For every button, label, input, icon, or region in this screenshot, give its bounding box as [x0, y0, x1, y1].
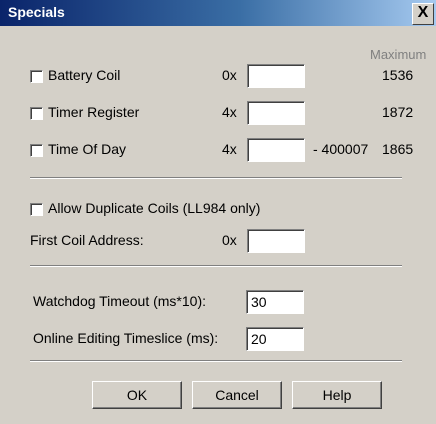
window-title: Specials — [8, 4, 65, 20]
timer-register-label: Timer Register — [48, 104, 140, 120]
watchdog-timeout-label: Watchdog Timeout (ms*10): — [33, 293, 206, 309]
close-icon: X — [417, 4, 429, 21]
online-editing-timeslice-input[interactable]: 20 — [246, 327, 304, 351]
allow-duplicate-coils-label: Allow Duplicate Coils (LL984 only) — [48, 200, 261, 216]
cancel-button[interactable]: Cancel — [192, 381, 282, 409]
time-of-day-label: Time Of Day — [48, 141, 127, 157]
watchdog-timeout-input[interactable]: 30 — [246, 290, 304, 314]
battery-coil-checkbox[interactable] — [30, 70, 43, 83]
battery-coil-maximum: 1536 — [382, 67, 414, 83]
title-bar: Specials X — [0, 0, 436, 26]
battery-coil-label: Battery Coil — [48, 67, 121, 83]
time-of-day-maximum: 1865 — [382, 141, 414, 157]
ok-button[interactable]: OK — [92, 381, 182, 409]
time-of-day-checkbox[interactable] — [30, 144, 43, 157]
first-coil-address-input[interactable] — [247, 229, 305, 253]
specials-dialog: Specials X Maximum Battery Coil 0x 1536 … — [0, 0, 436, 424]
timer-register-input[interactable] — [247, 101, 305, 125]
time-of-day-input[interactable] — [247, 138, 305, 162]
first-coil-address-label: First Coil Address: — [30, 232, 144, 248]
timer-register-prefix: 4x — [222, 104, 237, 120]
close-button[interactable]: X — [412, 3, 434, 25]
time-of-day-suffix: - 400007 — [313, 141, 369, 157]
maximum-header: Maximum — [370, 47, 427, 62]
online-editing-timeslice-label: Online Editing Timeslice (ms): — [33, 330, 219, 346]
time-of-day-prefix: 4x — [222, 141, 237, 157]
battery-coil-prefix: 0x — [222, 67, 237, 83]
first-coil-prefix: 0x — [222, 232, 237, 248]
timer-register-maximum: 1872 — [382, 104, 414, 120]
help-button[interactable]: Help — [292, 381, 382, 409]
separator-3 — [30, 360, 402, 362]
battery-coil-input[interactable] — [247, 64, 305, 88]
allow-duplicate-coils-checkbox[interactable] — [30, 203, 43, 216]
timer-register-checkbox[interactable] — [30, 107, 43, 120]
separator-2 — [30, 265, 402, 267]
separator-1 — [30, 177, 402, 179]
